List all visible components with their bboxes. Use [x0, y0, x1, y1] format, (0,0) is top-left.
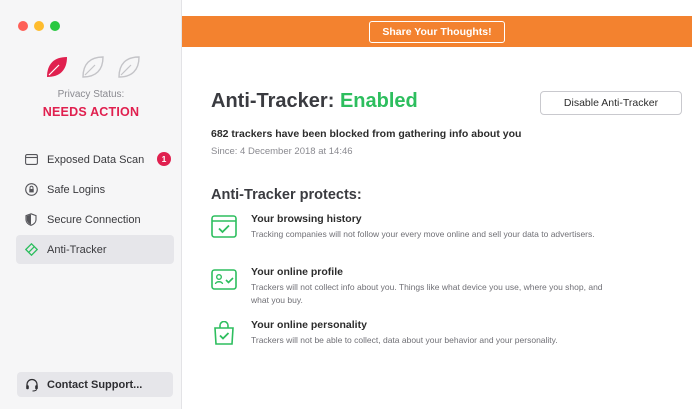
sidebar-item-label: Anti-Tracker	[47, 243, 107, 256]
card-icon	[24, 153, 38, 167]
privacy-status-label: Privacy Status:	[57, 89, 125, 100]
sidebar-item-anti-tracker[interactable]: Anti-Tracker	[16, 235, 174, 264]
sidebar-item-label: Safe Logins	[47, 183, 106, 196]
close-window-button[interactable]	[18, 21, 28, 31]
minimize-window-button[interactable]	[34, 21, 44, 31]
main-content: Anti-Tracker: Enabled Disable Anti-Track…	[182, 47, 700, 409]
leaf-active-icon	[47, 57, 67, 77]
page-title: Anti-Tracker: Enabled	[211, 90, 418, 113]
protects-heading: Anti-Tracker protects:	[211, 187, 362, 203]
profile-card-icon	[211, 269, 237, 290]
since-timestamp: Since: 4 December 2018 at 14:46	[211, 146, 353, 157]
window-controls	[18, 21, 60, 31]
contact-support-label: Contact Support...	[47, 378, 143, 391]
feature-description: Tracking companies will not follow your …	[251, 229, 595, 239]
privacy-status-value: NEEDS ACTION	[42, 105, 140, 119]
sidebar-nav: Exposed Data Scan 1 Safe Logins Secure C…	[16, 145, 174, 265]
notification-badge: 1	[157, 152, 171, 166]
share-your-thoughts-button[interactable]: Share Your Thoughts!	[369, 20, 505, 43]
bag-check-icon	[214, 321, 234, 345]
contact-support-button[interactable]: Contact Support...	[17, 372, 173, 397]
feature-description: Trackers will not collect info about you…	[251, 282, 603, 305]
sidebar: Privacy Status: NEEDS ACTION Exposed Dat…	[0, 0, 182, 409]
anti-tracker-icon	[24, 243, 38, 257]
shield-icon	[24, 213, 38, 227]
sidebar-item-secure-connection[interactable]: Secure Connection	[16, 205, 174, 234]
tracker-state: Enabled	[339, 90, 418, 112]
feature-title: Your online profile	[251, 266, 343, 278]
leaf-inactive-icon	[82, 56, 104, 78]
title-prefix: Anti-Tracker:	[211, 90, 335, 112]
sidebar-item-safe-logins[interactable]: Safe Logins	[16, 175, 174, 204]
disable-anti-tracker-button[interactable]: Disable Anti-Tracker	[540, 91, 682, 115]
zoom-window-button[interactable]	[50, 21, 60, 31]
sidebar-item-label: Exposed Data Scan	[47, 153, 145, 166]
trackers-blocked-summary: 682 trackers have been blocked from gath…	[211, 128, 522, 140]
feature-title: Your online personality	[251, 319, 367, 331]
browser-check-icon	[211, 215, 237, 238]
sidebar-item-exposed-data-scan[interactable]: Exposed Data Scan 1	[16, 145, 174, 174]
feature-description: Trackers will not be able to collect, da…	[251, 335, 558, 345]
privacy-status-indicator	[44, 54, 142, 80]
sidebar-item-label: Secure Connection	[47, 213, 141, 226]
leaf-inactive-icon	[118, 56, 140, 78]
headset-icon	[25, 378, 39, 392]
lock-icon	[24, 183, 38, 197]
feedback-banner: Share Your Thoughts!	[182, 16, 692, 47]
feature-title: Your browsing history	[251, 213, 362, 225]
